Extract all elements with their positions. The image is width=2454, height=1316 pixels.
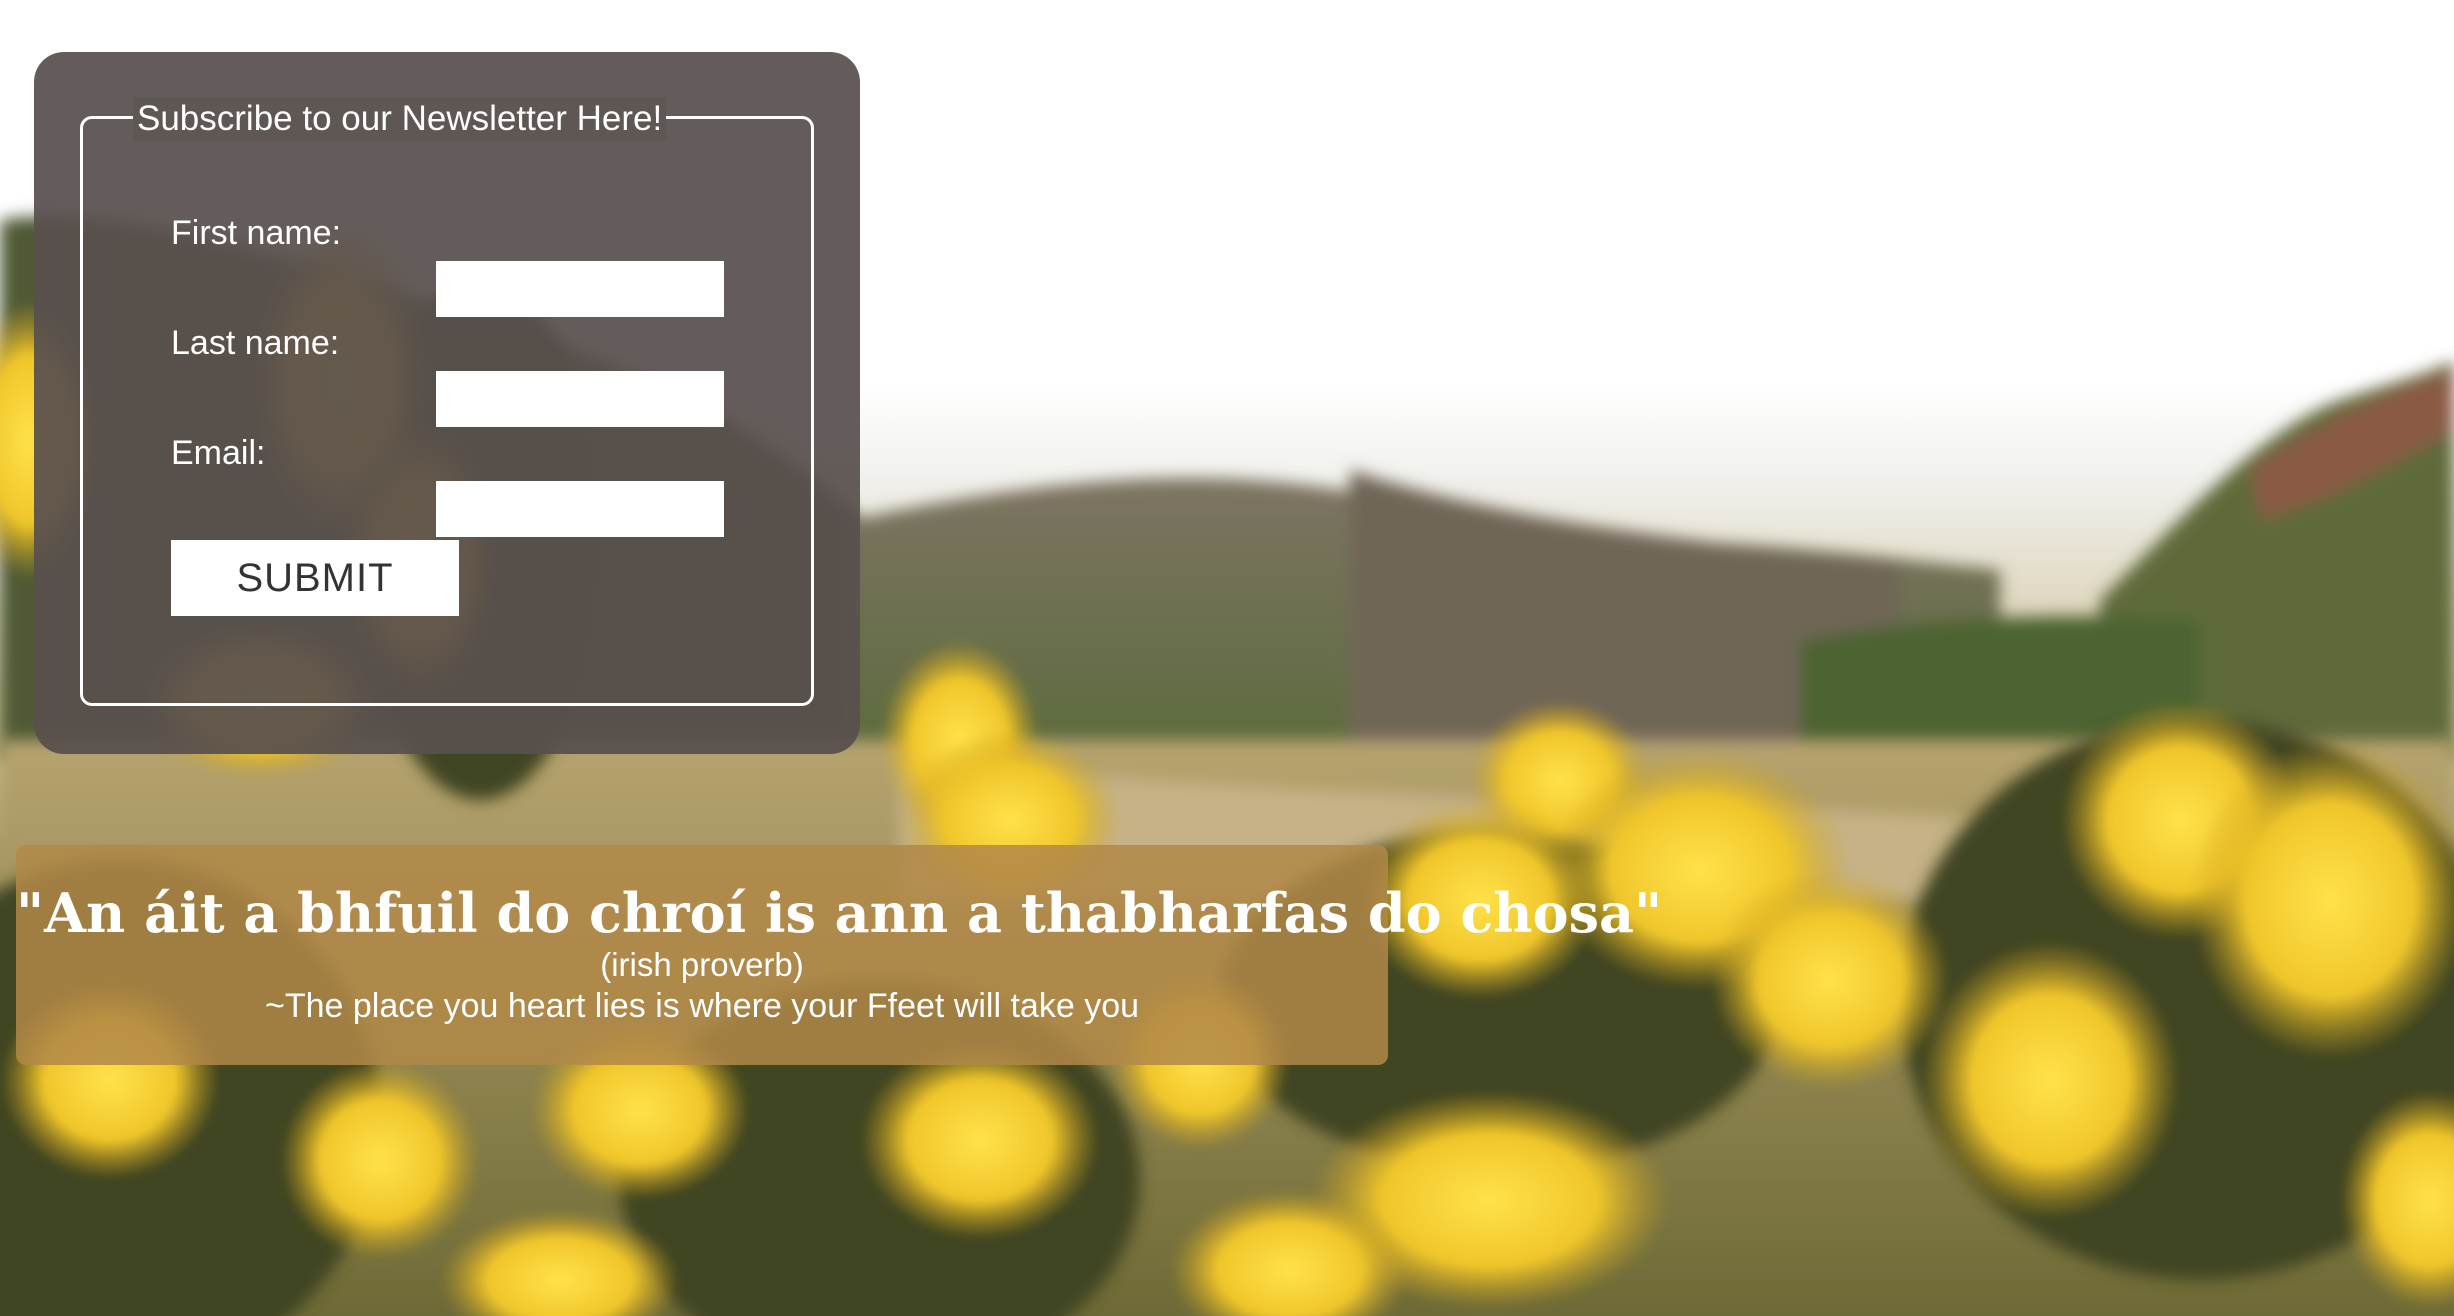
proverb-origin: (irish proverb) <box>600 946 804 983</box>
newsletter-fieldset: Subscribe to our Newsletter Here! First … <box>80 97 814 706</box>
first-name-label: First name: <box>171 214 342 252</box>
proverb-translation: ~The place you heart lies is where your … <box>264 987 1140 1025</box>
last-name-label: Last name: <box>171 324 340 362</box>
newsletter-legend: Subscribe to our Newsletter Here! <box>133 97 667 141</box>
proverb-banner: "An áit a bhfuil do chroí is ann a thabh… <box>16 845 1663 1065</box>
first-name-input[interactable] <box>436 261 724 317</box>
email-input[interactable] <box>436 481 724 537</box>
email-label: Email: <box>171 434 266 472</box>
last-name-input[interactable] <box>436 371 724 427</box>
newsletter-card: Subscribe to our Newsletter Here! First … <box>34 52 860 754</box>
submit-button[interactable]: SUBMIT <box>171 540 459 616</box>
proverb-quote: "An áit a bhfuil do chroí is ann a thabh… <box>16 881 1663 945</box>
